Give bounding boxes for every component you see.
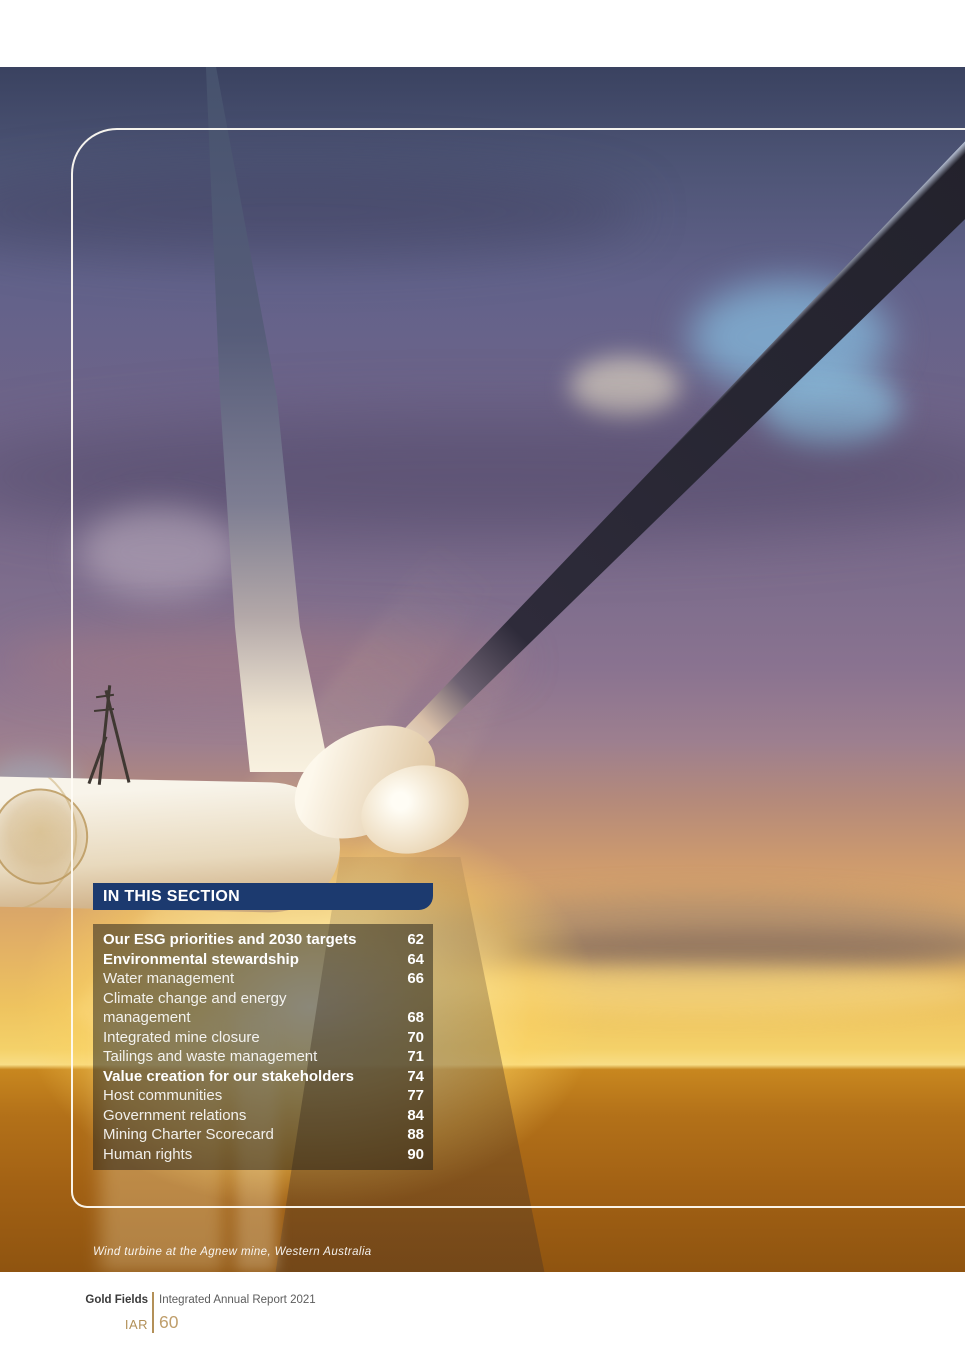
toc-item-label: Integrated mine closure [103,1028,260,1048]
toc-item-label: Government relations [103,1106,246,1126]
toc-item-label: Human rights [103,1145,192,1165]
toc-item[interactable]: Integrated mine closure 70 [103,1028,424,1048]
toc-list: Our ESG priorities and 2030 targets62Env… [93,924,433,1170]
toc-item-page-number: 77 [398,1086,424,1106]
toc-item-label: Water management [103,969,234,989]
footer-report-title: Integrated Annual Report 2021 [159,1294,316,1306]
toc-item-page-number: 70 [398,1028,424,1048]
photo-caption: Wind turbine at the Agnew mine, Western … [93,1246,372,1258]
toc-item-page-number: 90 [398,1145,424,1165]
toc-item-page-number: 71 [398,1047,424,1067]
toc-item-label: Host communities [103,1086,222,1106]
toc-item-label: Value creation for our stakeholders [103,1067,354,1087]
toc-item-label: Mining Charter Scorecard [103,1125,274,1145]
footer-brand: Gold Fields [0,1294,148,1306]
toc-item[interactable]: Host communities 77 [103,1086,424,1106]
toc-item-page-number: 74 [398,1067,424,1087]
section-title-bar: IN THIS SECTION [93,883,433,910]
toc-item[interactable]: Government relations 84 [103,1106,424,1126]
toc-item[interactable]: Climate change and energy management 68 [103,989,424,1028]
toc-item[interactable]: Tailings and waste management 71 [103,1047,424,1067]
toc-item-label: Climate change and energy management [103,989,375,1028]
toc-item-page-number: 68 [398,1008,424,1028]
toc-item[interactable]: Value creation for our stakeholders 74 [103,1067,424,1087]
toc-item-page-number: 66 [398,969,424,989]
toc-item-page-number: 64 [398,950,424,970]
toc-item[interactable]: Environmental stewardship 64 [103,950,424,970]
anemometer-mast [88,736,107,784]
cloud [80,507,240,597]
section-title: IN THIS SECTION [103,888,240,905]
anemometer-crossbar [96,694,114,698]
report-page: IN THIS SECTION Our ESG priorities and 2… [0,0,965,1365]
toc-item-label: Our ESG priorities and 2030 targets [103,930,356,950]
footer-page-number: 60 [159,1312,178,1333]
toc-item-label: Environmental stewardship [103,950,299,970]
toc-item[interactable]: Mining Charter Scorecard 88 [103,1125,424,1145]
footer-divider-line [152,1292,154,1333]
toc-item-page-number: 84 [398,1106,424,1126]
toc-item-page-number: 88 [398,1125,424,1145]
toc-item[interactable]: Our ESG priorities and 2030 targets 62 [103,930,424,950]
toc-item[interactable]: Water management 66 [103,969,424,989]
cloud [570,357,680,417]
footer-page-prefix: IAR [0,1317,148,1332]
cloud [0,167,640,257]
toc-item-label: Tailings and waste management [103,1047,317,1067]
toc-item-page-number: 62 [398,930,424,950]
anemometer-mast [105,690,130,783]
gold-fields-lion-emblem [0,788,89,886]
toc-item[interactable]: Human rights 90 [103,1145,424,1165]
